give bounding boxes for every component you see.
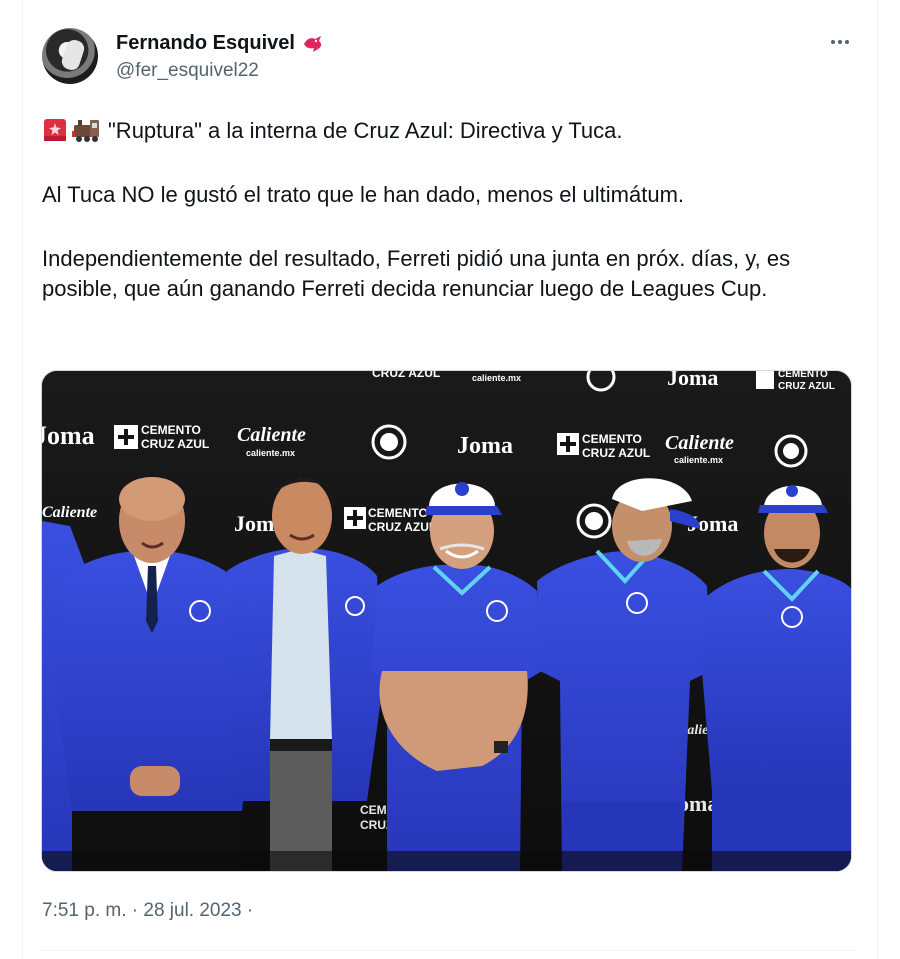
tweet-line-3: Independientemente del resultado, Ferret… — [42, 246, 791, 301]
banner-caliente-1: Caliente — [237, 424, 306, 446]
banner-cruzazul-2: CRUZ AZUL — [582, 446, 650, 460]
avatar-hand-graphic — [59, 37, 87, 73]
banner-caliente-3: Caliente — [42, 504, 97, 521]
banner-cruzazul-top-right: CRUZ AZUL — [778, 381, 835, 392]
banner-caliente-top: caliente.mx — [472, 373, 521, 383]
tweet-line-2: Al Tuca NO le gustó el trato que le han … — [42, 182, 685, 207]
author-handle[interactable]: @fer_esquivel22 — [116, 60, 259, 82]
author-name[interactable]: Fernando Esquivel — [116, 32, 295, 55]
tweet-text: "Ruptura" a la interna de Cruz Azul: Dir… — [42, 116, 862, 304]
banner-cruzazul-3: CRUZ AZUL — [368, 520, 436, 534]
more-options-icon[interactable] — [823, 30, 857, 54]
author-name-row[interactable]: Fernando Esquivel — [116, 32, 325, 55]
banner-caliente-2: Caliente — [665, 432, 734, 454]
banner-joma-top: Joma — [667, 371, 718, 390]
steam-locomotive-icon — [72, 120, 99, 142]
tweet-line-1: "Ruptura" a la interna de Cruz Azul: Dir… — [42, 116, 862, 146]
press-conference-photo: CRUZ AZUL caliente.mx Joma CEMENTO CRUZ … — [42, 371, 851, 871]
banner-cruzazul-1: CRUZ AZUL — [141, 437, 209, 451]
rotating-light-icon — [44, 119, 66, 141]
banner-cemento-1: CEMENTO — [141, 423, 201, 437]
tweet-timestamp[interactable]: 7:51 p. m. · 28 jul. 2023 · — [42, 900, 253, 922]
banner-caliente-url-1: caliente.mx — [246, 448, 295, 458]
tweet-photo[interactable]: CRUZ AZUL caliente.mx Joma CEMENTO CRUZ … — [41, 370, 852, 872]
banner-cemento-3: CEMENTO — [368, 506, 428, 520]
avatar[interactable] — [42, 28, 98, 84]
banner-cemento-2: CEMENTO — [582, 432, 642, 446]
banner-joma-left: Joma — [42, 421, 95, 450]
banner-caliente-url-2: caliente.mx — [674, 455, 723, 465]
red-bird-icon — [303, 35, 322, 52]
banner-cemento-top: CRUZ AZUL — [372, 371, 440, 380]
banner-cemento-top-right: CEMENTO — [778, 371, 828, 380]
banner-joma-2: Joma — [457, 433, 513, 459]
tweet-line-1-text: "Ruptura" a la interna de Cruz Azul: Dir… — [108, 118, 623, 143]
divider — [42, 950, 857, 951]
